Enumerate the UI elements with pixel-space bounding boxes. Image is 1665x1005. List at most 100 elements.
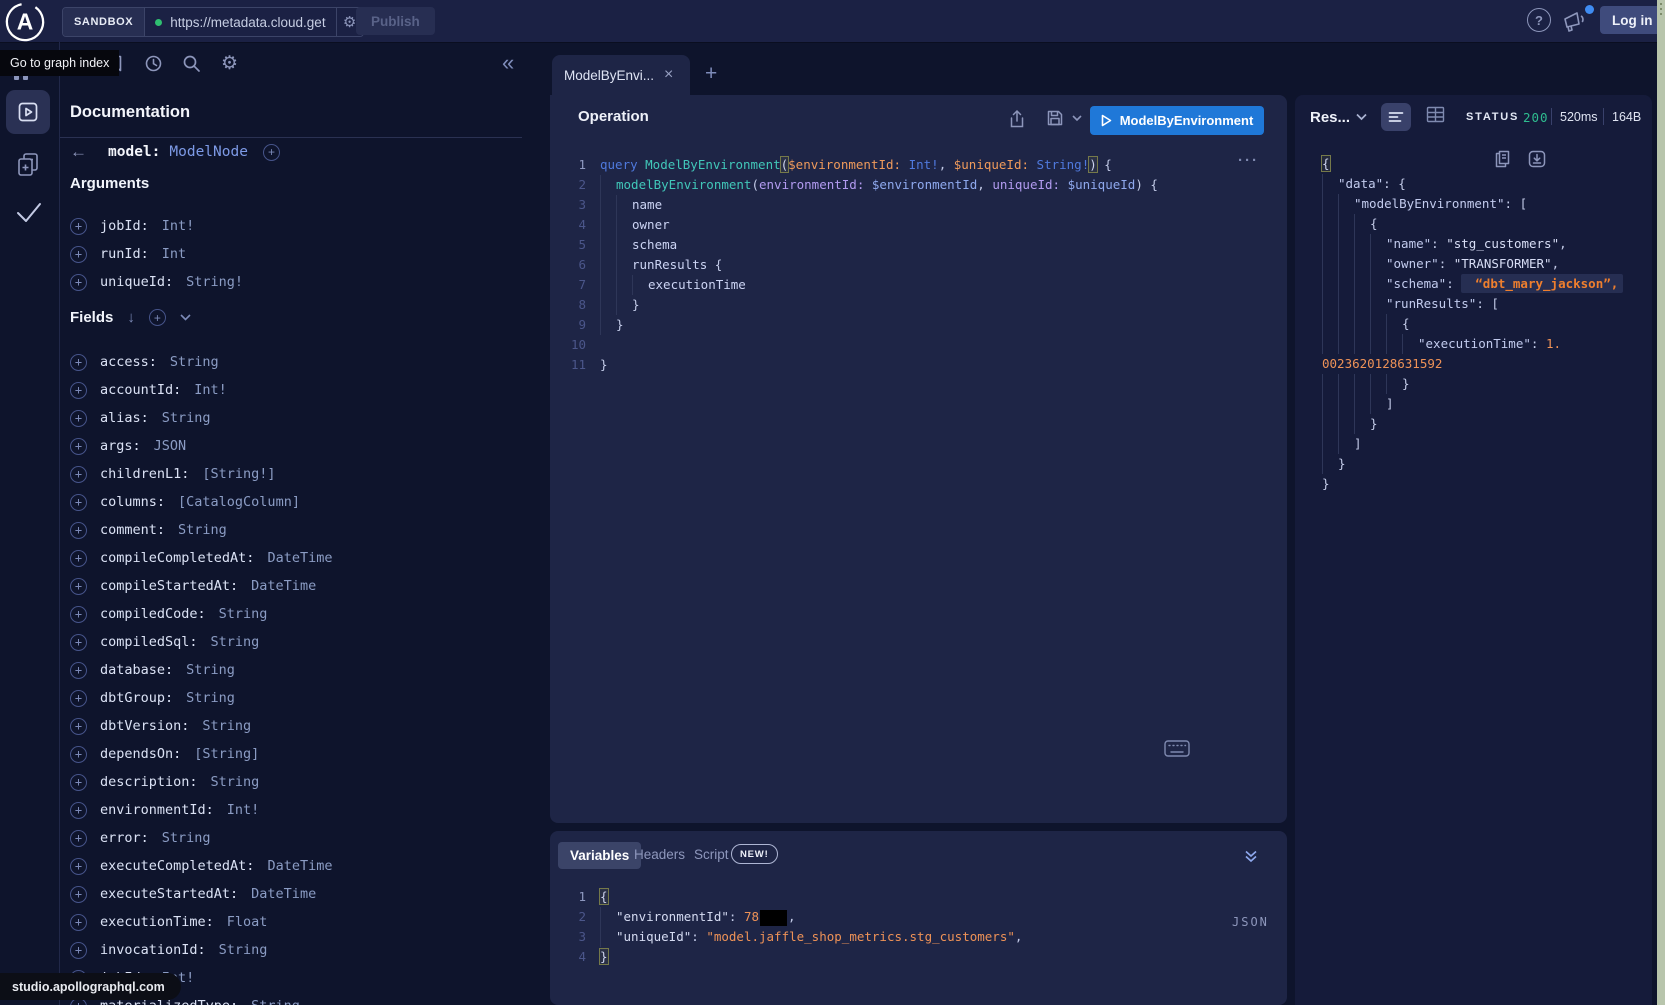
variables-editor[interactable]: 1{2"environmentId": 78,3"uniqueId": "mod… bbox=[552, 887, 1282, 967]
response-list-view-button[interactable] bbox=[1381, 103, 1411, 131]
add-field-icon[interactable]: + bbox=[70, 886, 87, 903]
tab-close-icon[interactable]: × bbox=[664, 67, 673, 83]
field-name[interactable]: columns: bbox=[100, 494, 165, 510]
argument-name[interactable]: uniqueId: bbox=[100, 274, 173, 290]
field-type[interactable]: String bbox=[162, 830, 211, 846]
help-icon[interactable]: ? bbox=[1527, 8, 1551, 32]
code-line[interactable]: "name": "stg_customers", bbox=[1322, 234, 1654, 254]
field-name[interactable]: invocationId: bbox=[100, 942, 206, 958]
add-field-icon[interactable]: + bbox=[70, 382, 87, 399]
code-line[interactable]: 3name bbox=[552, 195, 1282, 215]
field-name[interactable]: args: bbox=[100, 438, 141, 454]
add-field-icon[interactable]: + bbox=[70, 550, 87, 567]
field-type[interactable]: String bbox=[186, 662, 235, 678]
add-field-icon[interactable]: + bbox=[70, 522, 87, 539]
field-type[interactable]: String bbox=[178, 522, 227, 538]
code-line[interactable]: ] bbox=[1322, 434, 1654, 454]
code-line[interactable]: } bbox=[1322, 474, 1654, 494]
tab-modelbyenvironment[interactable]: ModelByEnvi... × bbox=[552, 55, 690, 95]
field-type[interactable]: String bbox=[251, 998, 300, 1005]
code-line[interactable]: 9} bbox=[552, 315, 1282, 335]
code-line[interactable]: } bbox=[1322, 414, 1654, 434]
field-type[interactable]: [String] bbox=[194, 746, 259, 762]
field-name[interactable]: executeCompletedAt: bbox=[100, 858, 254, 874]
field-type[interactable]: String bbox=[202, 718, 251, 734]
field-type[interactable]: JSON bbox=[154, 438, 187, 454]
add-type-icon[interactable]: + bbox=[263, 144, 280, 161]
settings-gear-icon[interactable]: ⚙ bbox=[221, 52, 238, 75]
field-name[interactable]: dbtVersion: bbox=[100, 718, 189, 734]
field-name[interactable]: database: bbox=[100, 662, 173, 678]
keyboard-shortcuts-icon[interactable] bbox=[1164, 740, 1190, 757]
code-line[interactable]: "runResults": [ bbox=[1322, 294, 1654, 314]
add-field-icon[interactable]: + bbox=[70, 774, 87, 791]
code-line[interactable]: "modelByEnvironment": [ bbox=[1322, 194, 1654, 214]
tab-script[interactable]: Script bbox=[694, 847, 729, 862]
code-line[interactable]: ] bbox=[1322, 394, 1654, 414]
field-type[interactable]: [String!] bbox=[202, 466, 275, 482]
field-name[interactable]: compiledSql: bbox=[100, 634, 198, 650]
save-operation-icon[interactable] bbox=[1046, 109, 1064, 127]
add-field-icon[interactable]: + bbox=[70, 578, 87, 595]
code-line[interactable]: 7executionTime bbox=[552, 275, 1282, 295]
field-type[interactable]: DateTime bbox=[251, 578, 316, 594]
save-dropdown-chevron-icon[interactable] bbox=[1072, 115, 1082, 122]
code-line[interactable]: 0023620128631592 bbox=[1322, 354, 1654, 374]
field-name[interactable]: dependsOn: bbox=[100, 746, 181, 762]
field-name[interactable]: environmentId: bbox=[100, 802, 214, 818]
field-type[interactable]: String bbox=[219, 606, 268, 622]
code-line[interactable]: "data": { bbox=[1322, 174, 1654, 194]
run-operation-button[interactable]: ModelByEnvironment bbox=[1090, 106, 1264, 135]
code-line[interactable]: 4} bbox=[552, 947, 1282, 967]
field-type[interactable]: String bbox=[211, 774, 260, 790]
endpoint-url-text[interactable]: https://metadata.cloud.get bbox=[170, 15, 325, 30]
add-field-icon[interactable]: + bbox=[70, 634, 87, 651]
argument-name[interactable]: runId: bbox=[100, 246, 149, 262]
login-button[interactable]: Log in bbox=[1600, 6, 1665, 34]
tab-headers[interactable]: Headers bbox=[634, 847, 685, 862]
field-name[interactable]: executionTime: bbox=[100, 914, 214, 930]
code-line[interactable]: { bbox=[1322, 154, 1654, 174]
field-type[interactable]: String bbox=[186, 690, 235, 706]
collapse-variables-icon[interactable] bbox=[1244, 849, 1258, 863]
field-name[interactable]: compileCompletedAt: bbox=[100, 550, 254, 566]
field-name[interactable]: executeStartedAt: bbox=[100, 886, 238, 902]
publish-button[interactable]: Publish bbox=[356, 7, 435, 35]
add-field-icon[interactable]: + bbox=[70, 830, 87, 847]
field-name[interactable]: compiledCode: bbox=[100, 606, 206, 622]
code-line[interactable]: 10 bbox=[552, 335, 1282, 355]
add-argument-icon[interactable]: + bbox=[70, 246, 87, 263]
field-name[interactable]: accountId: bbox=[100, 382, 181, 398]
share-operation-icon[interactable] bbox=[1008, 109, 1026, 129]
code-line[interactable]: } bbox=[1322, 374, 1654, 394]
code-line[interactable]: 2modelByEnvironment(environmentId: $envi… bbox=[552, 175, 1282, 195]
response-table-view-button[interactable] bbox=[1426, 106, 1445, 123]
add-field-icon[interactable]: + bbox=[70, 662, 87, 679]
add-field-icon[interactable]: + bbox=[70, 942, 87, 959]
code-line[interactable]: 5schema bbox=[552, 235, 1282, 255]
add-field-icon[interactable]: + bbox=[70, 718, 87, 735]
code-line[interactable]: "owner": "TRANSFORMER", bbox=[1322, 254, 1654, 274]
add-argument-icon[interactable]: + bbox=[70, 274, 87, 291]
add-field-icon[interactable]: + bbox=[70, 466, 87, 483]
argument-type[interactable]: String! bbox=[186, 274, 243, 290]
field-type[interactable]: DateTime bbox=[267, 858, 332, 874]
code-line[interactable]: { bbox=[1322, 314, 1654, 334]
fields-chevron-down-icon[interactable] bbox=[180, 314, 191, 321]
code-line[interactable]: 1{ bbox=[552, 887, 1282, 907]
field-type[interactable]: [CatalogColumn] bbox=[178, 494, 300, 510]
search-icon[interactable] bbox=[182, 54, 201, 73]
add-argument-icon[interactable]: + bbox=[70, 218, 87, 235]
field-name[interactable]: childrenL1: bbox=[100, 466, 189, 482]
field-type[interactable]: Float bbox=[227, 914, 268, 930]
code-line[interactable]: 3"uniqueId": "model.jaffle_shop_metrics.… bbox=[552, 927, 1282, 947]
field-type[interactable]: String bbox=[211, 634, 260, 650]
add-all-fields-icon[interactable]: + bbox=[149, 309, 166, 326]
field-name[interactable]: comment: bbox=[100, 522, 165, 538]
field-name[interactable]: dbtGroup: bbox=[100, 690, 173, 706]
add-field-icon[interactable]: + bbox=[70, 858, 87, 875]
field-name[interactable]: description: bbox=[100, 774, 198, 790]
code-line[interactable]: "executionTime": 1. bbox=[1322, 334, 1654, 354]
response-json-view[interactable]: {"data": {"modelByEnvironment": [{"name"… bbox=[1322, 154, 1654, 494]
sidebar-item-schema[interactable] bbox=[14, 150, 42, 180]
